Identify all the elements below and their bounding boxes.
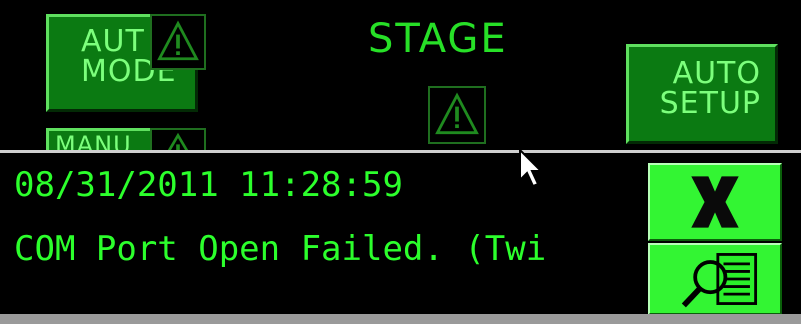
auto-setup-button[interactable]: AUTO SETUP [626, 44, 778, 144]
auto-setup-line2: SETUP [659, 86, 761, 121]
auto-setup-line1: AUTO [672, 56, 761, 91]
hmi-screen: AUT MODE MANU STAGE AUTO SETUP 08/31/201… [0, 0, 801, 324]
view-details-button[interactable] [648, 243, 782, 315]
message-timestamp: 08/31/2011 11:28:59 [14, 165, 403, 205]
magnifier-document-icon [681, 253, 758, 308]
mouse-pointer-icon [519, 148, 544, 188]
x-close-icon [691, 176, 739, 228]
close-message-button[interactable] [648, 163, 782, 241]
message-text-area: 08/31/2011 11:28:59 COM Port Open Failed… [0, 153, 640, 321]
stage-warning-icon [428, 86, 486, 144]
alarm-message-panel: 08/31/2011 11:28:59 COM Port Open Failed… [0, 150, 801, 318]
auto-mode-warning-icon [150, 14, 206, 70]
message-text: COM Port Open Failed. (Twi [14, 229, 547, 269]
stage-title: STAGE [368, 16, 508, 62]
panel-bottom-edge [0, 314, 801, 324]
